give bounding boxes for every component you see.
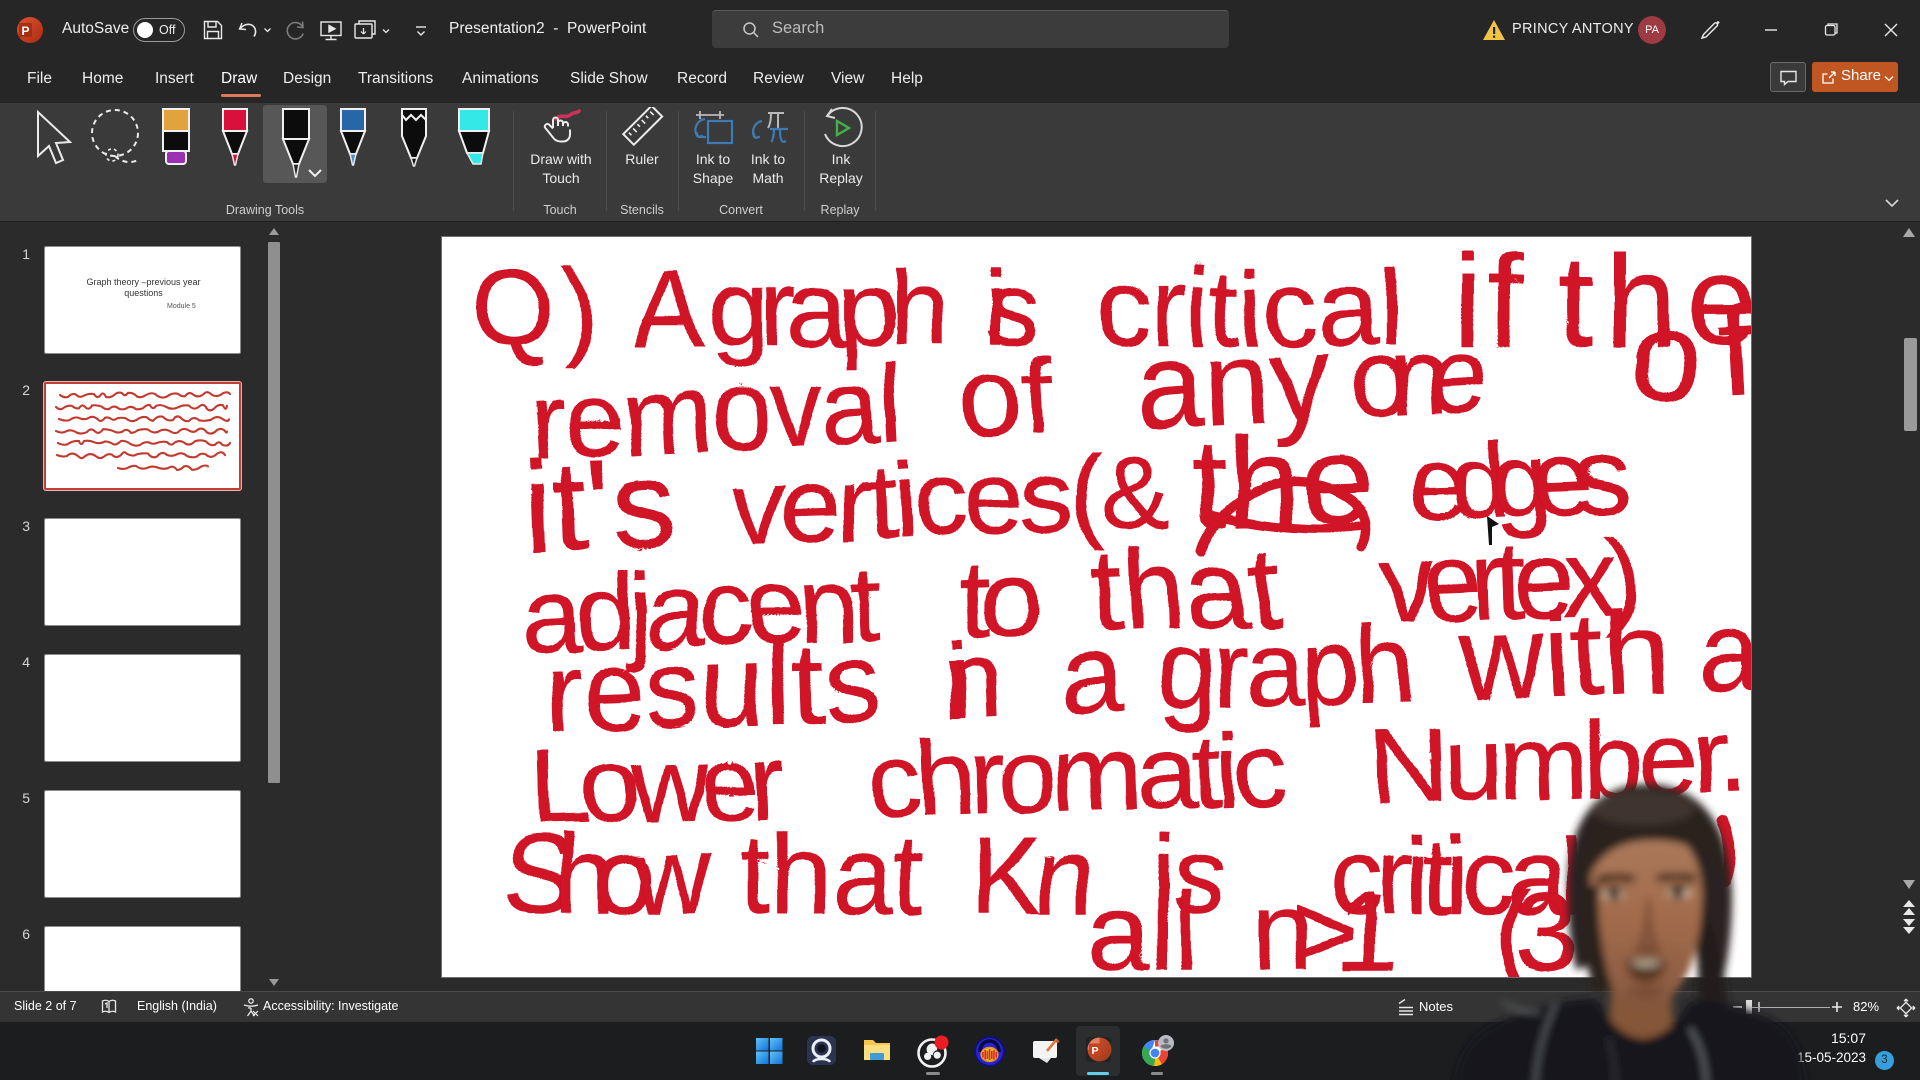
- svg-text:P: P: [21, 24, 29, 38]
- svg-text:Q): Q): [467, 244, 597, 367]
- svg-text:n>1: n>1: [1251, 866, 1396, 977]
- svg-text:Kn: Kn: [969, 812, 1093, 933]
- svg-text:all: all: [1086, 868, 1196, 977]
- svg-text:A: A: [632, 245, 704, 366]
- svg-text:Show: Show: [502, 812, 709, 933]
- svg-text:P: P: [1091, 1045, 1098, 1057]
- svg-text:that: that: [736, 810, 921, 934]
- svg-text:of: of: [1622, 275, 1751, 427]
